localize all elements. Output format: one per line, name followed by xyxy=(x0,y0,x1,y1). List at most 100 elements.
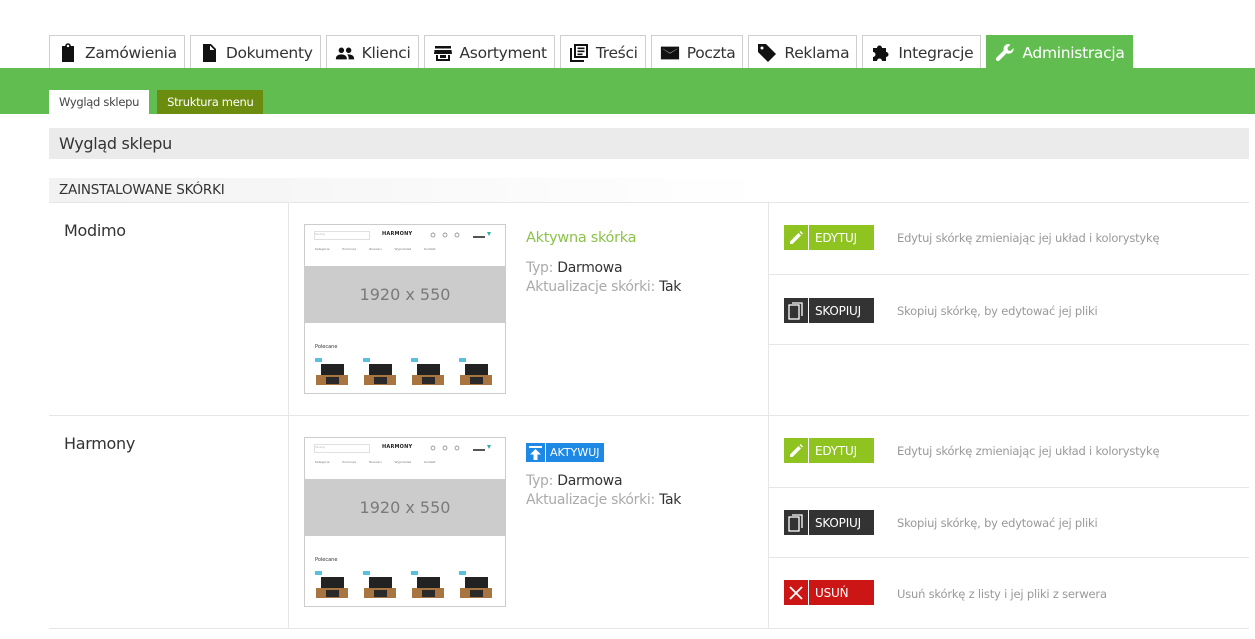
edit-description: Edytuj skórkę zmieniając jej układ i kol… xyxy=(897,444,1160,458)
subnav-tabs: Wygląd sklepu Struktura menu xyxy=(49,90,271,114)
thumb-section-label: Polecane xyxy=(315,557,338,563)
tab-administracja[interactable]: Administracja xyxy=(986,35,1133,69)
skin-thumbnail[interactable]: Szukaj HARMONY Kategorie Promocje Nowośc… xyxy=(304,224,506,394)
thumb-logo: HARMONY xyxy=(382,231,413,237)
tab-label: Poczta xyxy=(686,43,736,62)
thumb-product xyxy=(363,571,397,602)
main-nav-tabs: Zamówienia Dokumenty Klienci Asortyment … xyxy=(49,35,1138,69)
divider xyxy=(288,203,289,415)
subtab-struktura-menu[interactable]: Struktura menu xyxy=(157,90,264,114)
copy-icon xyxy=(784,510,809,535)
action-copy: SKOPIUJ Skopiuj skórkę, by edytować jej … xyxy=(769,487,1249,558)
copy-icon xyxy=(784,298,809,323)
skin-name: Harmony xyxy=(64,434,136,453)
skin-meta: Typ: Darmowa Aktualizacje skórki: Tak xyxy=(526,472,681,510)
tab-label: Zamówienia xyxy=(85,43,177,62)
copy-label: SKOPIUJ xyxy=(815,515,861,530)
clipboard-icon xyxy=(62,42,74,62)
copy-label: SKOPIUJ xyxy=(815,303,861,318)
thumb-search: Szukaj xyxy=(314,444,370,453)
delete-description: Usuń skórkę z listy i jej pliki z serwer… xyxy=(897,587,1107,601)
people-icon xyxy=(335,47,354,59)
store-icon xyxy=(433,45,452,61)
edit-label: EDYTUJ xyxy=(815,230,857,245)
tab-label: Klienci xyxy=(361,43,411,62)
thumb-hero: 1920 x 550 xyxy=(305,266,505,323)
thumb-section-label: Polecane xyxy=(315,344,338,350)
tab-poczta[interactable]: Poczta xyxy=(650,35,744,69)
document-icon xyxy=(202,43,216,62)
tab-klienci[interactable]: Klienci xyxy=(325,35,419,69)
edit-label: EDYTUJ xyxy=(815,443,857,458)
pencil-icon xyxy=(784,438,809,463)
subtab-wyglad-sklepu[interactable]: Wygląd sklepu xyxy=(49,90,150,114)
copy-description: Skopiuj skórkę, by edytować jej pliki xyxy=(897,304,1098,318)
skin-row-harmony: Harmony Szukaj HARMONY Kategorie Promocj… xyxy=(49,416,1249,628)
envelope-icon xyxy=(660,46,679,59)
thumb-header-icons xyxy=(429,444,493,454)
skin-meta: Typ: Darmowa Aktualizacje skórki: Tak xyxy=(526,259,681,297)
edit-description: Edytuj skórkę zmieniając jej układ i kol… xyxy=(897,231,1160,245)
type-label: Typ: xyxy=(526,473,554,489)
pencil-icon xyxy=(784,225,809,250)
divider xyxy=(288,416,289,628)
tab-zamowienia[interactable]: Zamówienia xyxy=(49,35,185,69)
thumb-product xyxy=(363,358,397,389)
update-label: Aktualizacje skórki: xyxy=(526,492,655,508)
tab-dokumenty[interactable]: Dokumenty xyxy=(189,35,321,69)
delete-label: USUŃ xyxy=(815,585,849,600)
type-value: Darmowa xyxy=(557,473,623,489)
tab-label: Dokumenty xyxy=(225,43,313,62)
update-label: Aktualizacje skórki: xyxy=(526,279,655,295)
tab-label: Asortyment xyxy=(459,43,548,62)
wrench-icon xyxy=(996,43,1015,61)
skin-thumbnail[interactable]: Szukaj HARMONY Kategorie Promocje Nowośc… xyxy=(304,437,506,607)
thumb-menu: Kategorie Promocje Nowości Wyprzedaż Kon… xyxy=(315,460,436,464)
thumb-icons-icon xyxy=(430,232,491,238)
thumb-product xyxy=(411,571,445,602)
activate-button[interactable]: AKTYWUJ xyxy=(526,443,604,462)
action-edit: EDYTUJ Edytuj skórkę zmieniając jej ukła… xyxy=(769,416,1249,487)
thumb-product xyxy=(459,571,493,602)
thumb-product xyxy=(459,358,493,389)
thumb-product xyxy=(315,571,349,602)
thumb-logo: HARMONY xyxy=(382,444,413,450)
tab-asortyment[interactable]: Asortyment xyxy=(423,35,555,69)
delete-button[interactable]: USUŃ xyxy=(784,580,874,605)
type-value: Darmowa xyxy=(557,260,623,276)
action-copy: SKOPIUJ Skopiuj skórkę, by edytować jej … xyxy=(769,274,1249,345)
copy-description: Skopiuj skórkę, by edytować jej pliki xyxy=(897,516,1098,530)
thumb-product xyxy=(411,358,445,389)
tab-label: Reklama xyxy=(784,43,850,62)
activate-label: AKTYWUJ xyxy=(550,446,600,459)
edit-button[interactable]: EDYTUJ xyxy=(784,438,874,463)
tab-tresci[interactable]: Treści xyxy=(559,35,646,69)
tab-reklama[interactable]: Reklama xyxy=(748,35,858,69)
tab-label: Integracje xyxy=(898,43,974,62)
divider xyxy=(49,628,1249,629)
page-title: Wygląd sklepu xyxy=(49,128,1249,159)
puzzle-icon xyxy=(873,45,889,61)
content-icon xyxy=(569,43,588,62)
thumb-menu: Kategorie Promocje Nowości Wyprzedaż Kon… xyxy=(315,247,436,251)
update-value: Tak xyxy=(659,492,682,508)
section-header: ZAINSTALOWANE SKÓRKI xyxy=(49,178,1249,203)
thumb-product xyxy=(315,358,349,389)
active-skin-label: Aktywna skórka xyxy=(526,230,637,246)
thumb-icons-icon xyxy=(430,445,491,451)
copy-button[interactable]: SKOPIUJ xyxy=(784,510,874,535)
tab-integracje[interactable]: Integracje xyxy=(862,35,982,69)
skin-name: Modimo xyxy=(64,221,126,240)
thumb-hero: 1920 x 550 xyxy=(305,479,505,536)
type-label: Typ: xyxy=(526,260,554,276)
tab-label: Administracja xyxy=(1022,43,1125,62)
thumb-header-icons xyxy=(429,231,493,241)
divider xyxy=(769,344,1249,345)
skin-row-modimo: Modimo Szukaj HARMONY Kategorie Promocje… xyxy=(49,203,1249,415)
edit-button[interactable]: EDYTUJ xyxy=(784,225,874,250)
action-delete: USUŃ Usuń skórkę z listy i jej pliki z s… xyxy=(769,557,1249,628)
copy-button[interactable]: SKOPIUJ xyxy=(784,298,874,323)
tag-icon xyxy=(758,43,777,62)
thumb-search: Szukaj xyxy=(314,231,370,240)
action-edit: EDYTUJ Edytuj skórkę zmieniając jej ukła… xyxy=(769,203,1249,274)
